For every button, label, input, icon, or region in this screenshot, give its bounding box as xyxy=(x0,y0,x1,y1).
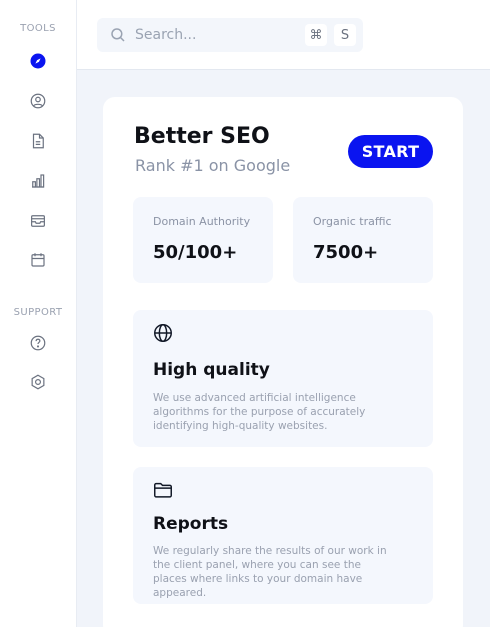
stat-value: 50/100+ xyxy=(153,242,238,263)
shortcut-letter-key: S xyxy=(334,24,356,46)
feature-high-quality: High quality We use advanced artificial … xyxy=(133,310,433,447)
sidebar-item-explore[interactable] xyxy=(28,51,48,71)
top-bar: ⌘ S xyxy=(77,0,490,70)
sidebar-item-profile[interactable] xyxy=(28,91,48,111)
stat-label: Domain Authority xyxy=(153,215,251,228)
sidebar-item-calendar[interactable] xyxy=(28,250,48,270)
sidebar-item-settings[interactable] xyxy=(28,372,48,392)
search-input[interactable] xyxy=(135,18,295,52)
user-circle-icon xyxy=(30,93,46,109)
main-content: Better SEO Rank #1 on Google START Domai… xyxy=(77,70,490,637)
feature-description: We regularly share the results of our wo… xyxy=(153,545,387,599)
bar-chart-icon xyxy=(32,174,45,188)
sidebar-section-support: SUPPORT xyxy=(13,307,63,318)
inbox-icon xyxy=(31,215,45,227)
start-button[interactable]: START xyxy=(348,135,433,168)
page-subtitle: Rank #1 on Google xyxy=(135,156,291,175)
page-title: Better SEO xyxy=(134,124,270,149)
search-box[interactable]: ⌘ S xyxy=(97,18,363,52)
seo-card: Better SEO Rank #1 on Google START Domai… xyxy=(103,97,463,637)
sidebar: TOOLS SUPPORT xyxy=(0,0,77,627)
sidebar-item-inbox[interactable] xyxy=(28,211,48,231)
compass-icon xyxy=(30,53,46,69)
calendar-icon xyxy=(31,253,45,267)
document-icon xyxy=(32,133,44,149)
feature-title: Reports xyxy=(153,514,229,534)
shortcut-modifier-key: ⌘ xyxy=(305,24,327,46)
stat-label: Organic traffic xyxy=(313,215,392,228)
sidebar-item-documents[interactable] xyxy=(28,131,48,151)
feature-reports: Reports We regularly share the results o… xyxy=(133,467,433,604)
sidebar-item-help[interactable] xyxy=(28,333,48,353)
feature-title: High quality xyxy=(153,360,270,380)
help-icon xyxy=(30,335,46,351)
sidebar-item-analytics[interactable] xyxy=(28,171,48,191)
search-icon xyxy=(111,28,125,42)
settings-icon xyxy=(31,374,45,390)
globe-icon xyxy=(154,324,172,342)
stat-organic-traffic: Organic traffic 7500+ xyxy=(293,197,433,283)
sidebar-section-tools: TOOLS xyxy=(20,23,56,34)
folder-icon xyxy=(154,482,172,498)
feature-description: We use advanced artificial intelligence … xyxy=(153,392,366,432)
stat-value: 7500+ xyxy=(313,242,379,263)
stat-domain-authority: Domain Authority 50/100+ xyxy=(133,197,273,283)
